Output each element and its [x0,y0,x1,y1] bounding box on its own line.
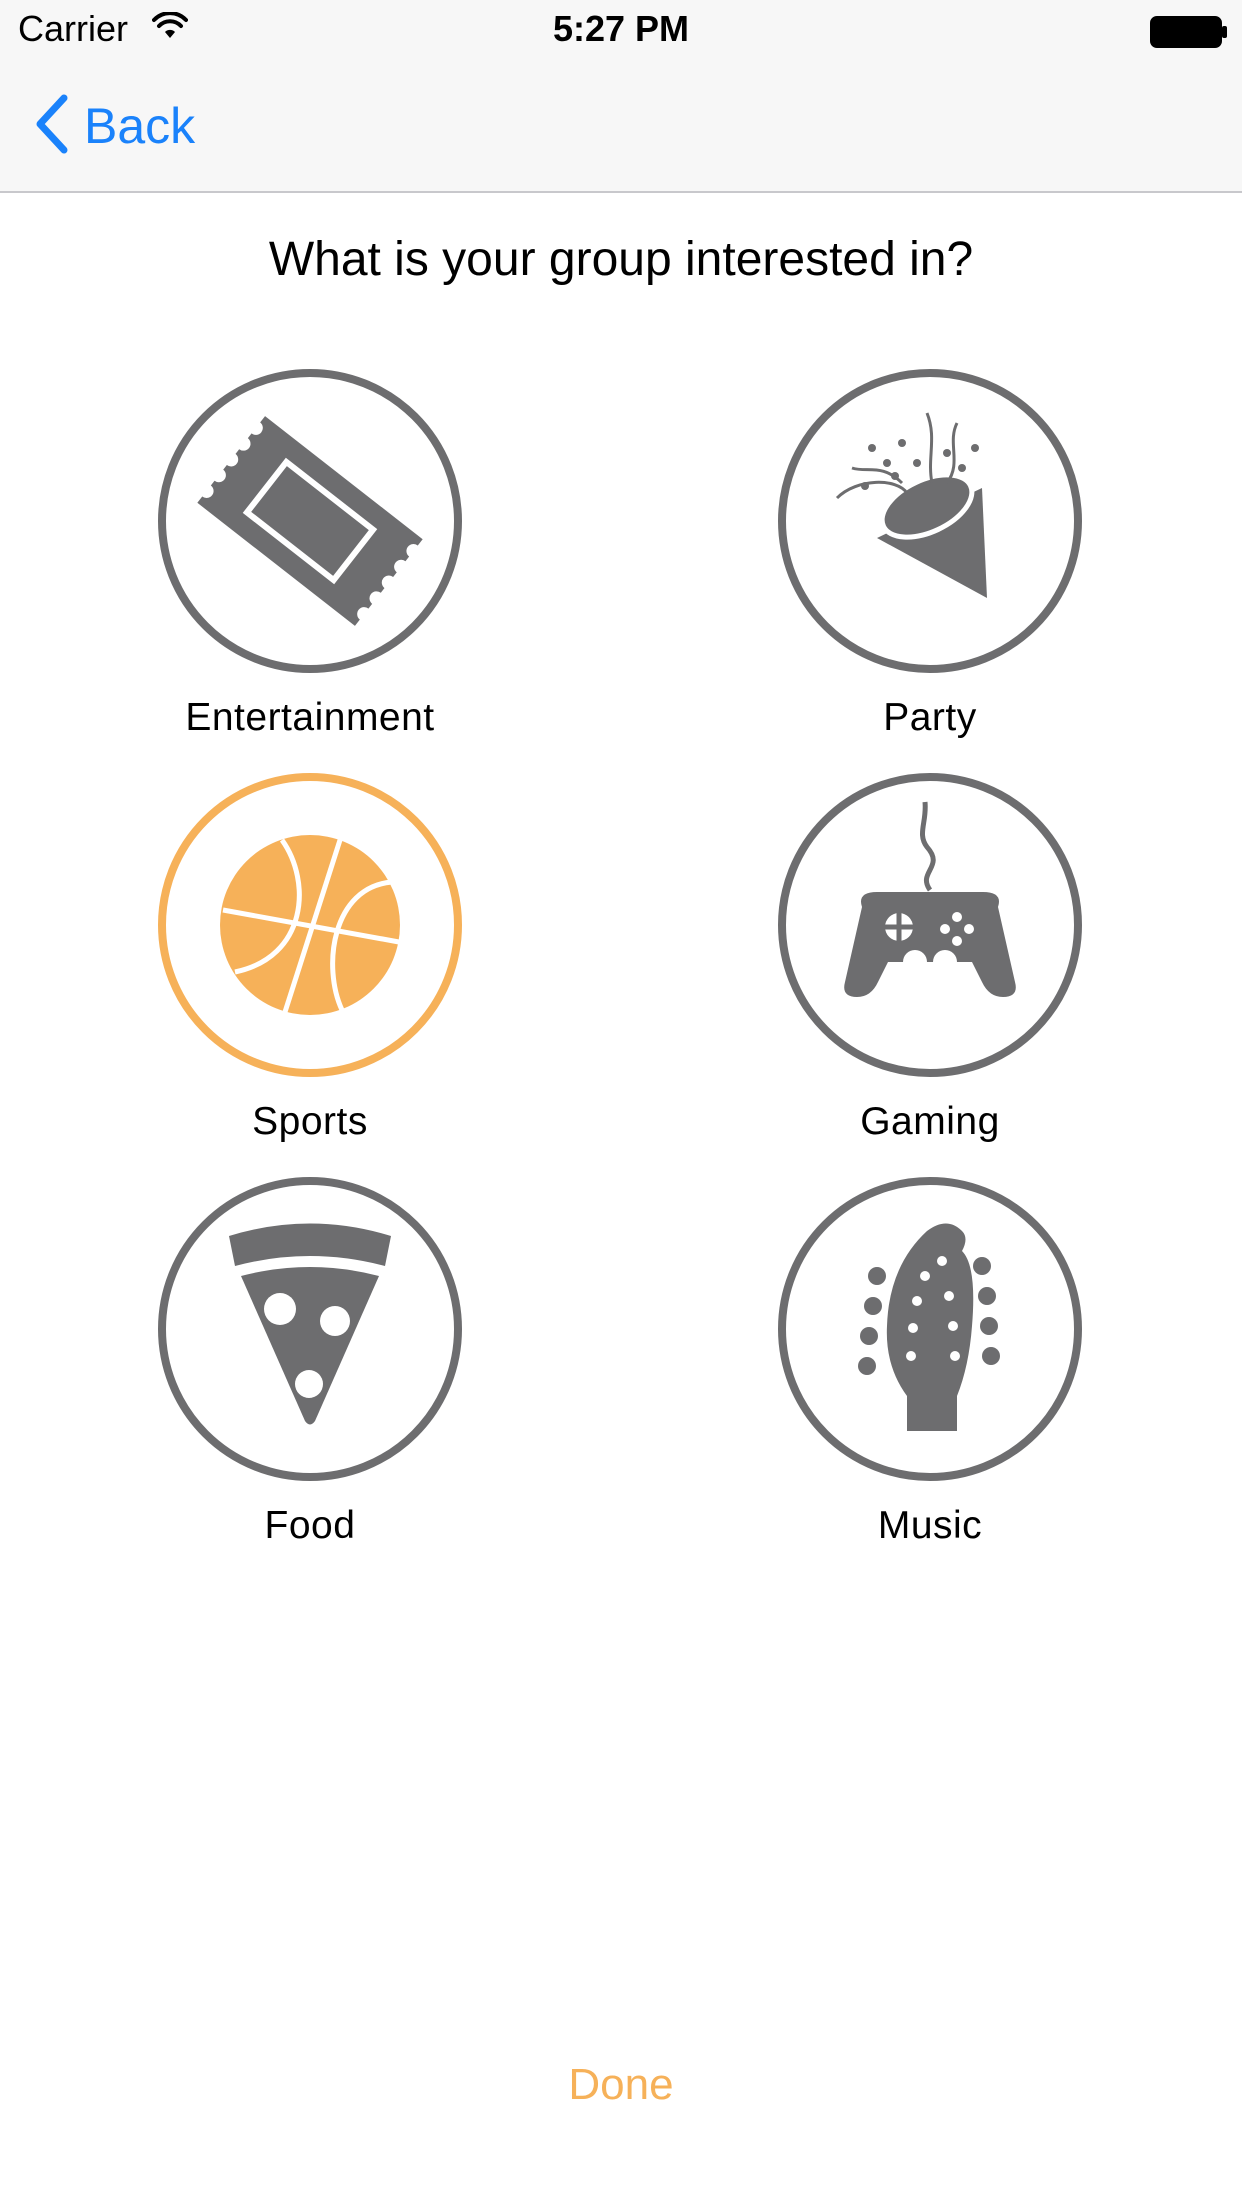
battery-icon [1150,16,1228,53]
interest-tile-music[interactable]: Music [720,1176,1140,1576]
party-popper-icon [777,368,1083,674]
interest-label: Entertainment [185,696,435,739]
interest-label: Music [877,1504,983,1547]
gamepad-icon [777,772,1083,1078]
interest-label: Party [883,696,977,739]
status-bar: Carrier 5:27 PM [0,0,1242,60]
basketball-icon [157,772,463,1078]
interest-label: Food [264,1504,356,1547]
interest-tile-entertainment[interactable]: Entertainment [100,368,520,768]
guitar-headstock-icon [777,1176,1083,1482]
pizza-icon [157,1176,463,1482]
status-time: 5:27 PM [552,8,690,49]
interest-label: Sports [252,1100,368,1143]
interest-label: Gaming [860,1100,1000,1143]
interest-tile-food[interactable]: Food [100,1176,520,1576]
page-title: What is your group interested in? [268,233,974,286]
interest-tile-sports[interactable]: Sports [100,772,520,1172]
chevron-left-icon [34,94,68,159]
interest-tile-party[interactable]: Party [720,368,1140,768]
navigation-bar: Back [0,60,1242,193]
ticket-icon [157,368,463,674]
back-label: Back [84,98,196,154]
interest-tile-gaming[interactable]: Gaming [720,772,1140,1172]
done-button[interactable]: Done [471,2060,771,2126]
back-button[interactable]: Back [34,94,195,158]
